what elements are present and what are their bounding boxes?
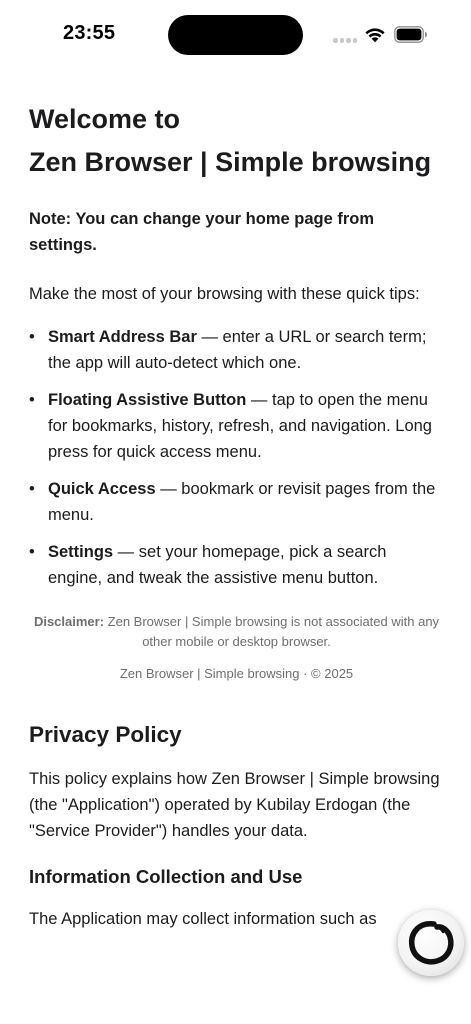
tip-floating-assistive-button: • Floating Assistive Button — tap to ope… xyxy=(29,387,444,465)
bullet-icon: • xyxy=(29,391,35,409)
privacy-policy-text: This policy explains how Zen Browser | S… xyxy=(29,770,440,840)
bullet-icon: • xyxy=(29,543,35,561)
title-line-2: Zen Browser | Simple browsing xyxy=(29,147,432,177)
tip-smart-address-bar: • Smart Address Bar — enter a URL or sea… xyxy=(29,324,444,376)
battery-icon xyxy=(394,26,427,43)
page-content: Welcome to Zen Browser | Simple browsing… xyxy=(29,98,444,932)
bullet-icon: • xyxy=(29,480,35,498)
home-page-note: Note: You can change your home page from… xyxy=(29,210,375,254)
disclaimer: Disclaimer: Zen Browser | Simple browsin… xyxy=(29,612,444,652)
tip-title: Settings xyxy=(48,543,114,561)
page-title: Welcome to Zen Browser | Simple browsing xyxy=(29,98,444,184)
title-line-1: Welcome to xyxy=(29,104,181,134)
bullet-icon: • xyxy=(29,328,35,346)
info-collection-text: The Application may collect information … xyxy=(29,910,377,928)
tip-quick-access: • Quick Access — bookmark or revisit pag… xyxy=(29,476,444,528)
privacy-policy-title: Privacy Policy xyxy=(29,722,182,747)
zen-circle-icon xyxy=(408,921,454,965)
copyright: Zen Browser | Simple browsing · © 2025 xyxy=(119,666,354,681)
tips-intro: Make the most of your browsing with thes… xyxy=(29,285,420,303)
status-bar: 23:55 xyxy=(0,0,471,70)
status-time: 23:55 xyxy=(63,22,116,44)
tips-list: • Smart Address Bar — enter a URL or sea… xyxy=(29,324,444,591)
cellular-signal-icon xyxy=(333,38,357,43)
tip-title: Quick Access xyxy=(48,480,156,498)
disclaimer-text: Zen Browser | Simple browsing is not ass… xyxy=(104,614,440,649)
info-collection-title: Information Collection and Use xyxy=(29,866,303,887)
dynamic-island xyxy=(168,15,303,55)
tip-settings: • Settings — set your homepage, pick a s… xyxy=(29,539,444,591)
wifi-icon xyxy=(365,28,385,43)
tip-title: Smart Address Bar xyxy=(48,328,197,346)
floating-assistive-button[interactable] xyxy=(398,910,464,976)
browser-screen: 23:55 Welcome to Zen Browser | Simple br… xyxy=(0,0,471,1024)
tip-title: Floating Assistive Button xyxy=(48,391,247,409)
disclaimer-label: Disclaimer: xyxy=(33,614,105,629)
